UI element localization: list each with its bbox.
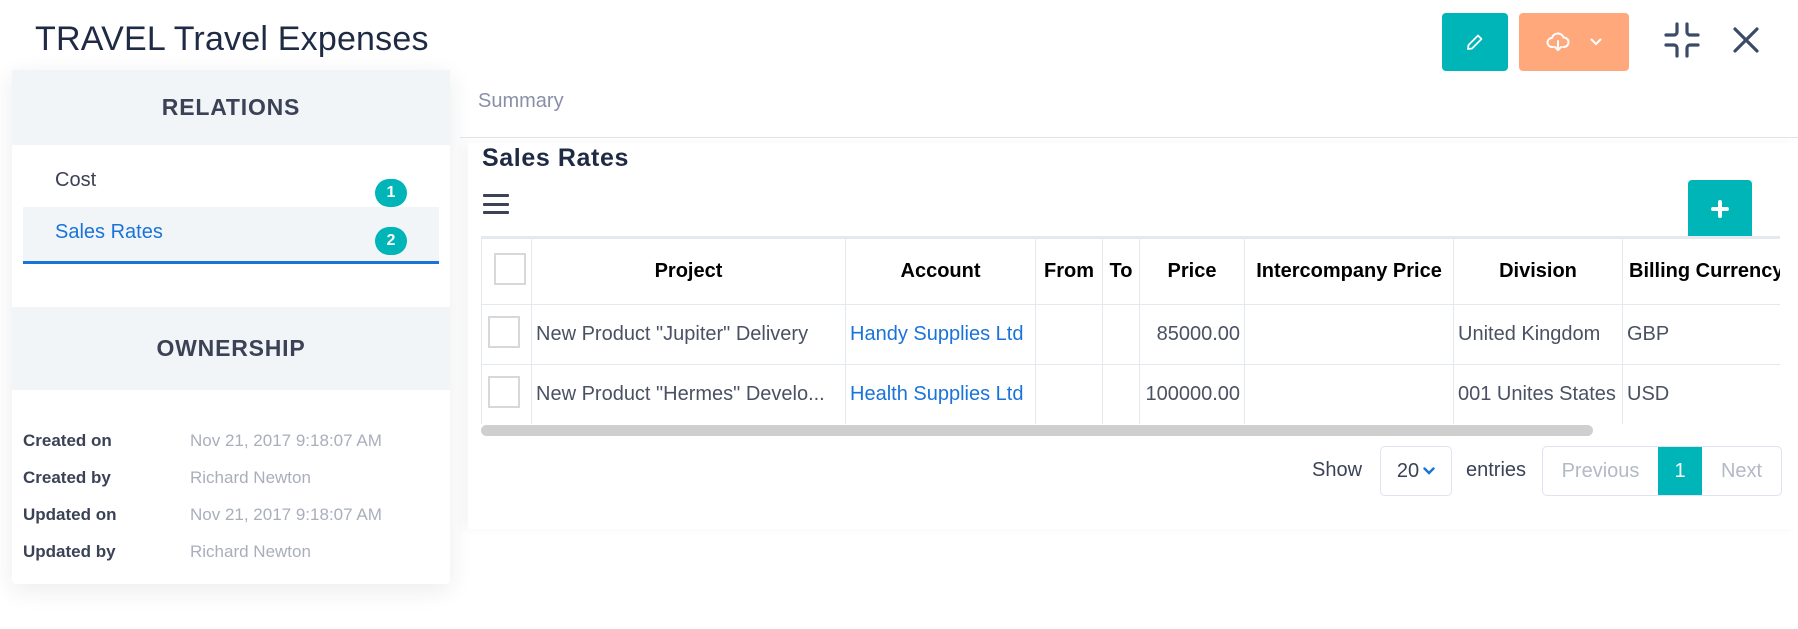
cell-price: 85000.00 — [1139, 304, 1245, 365]
add-button[interactable] — [1688, 180, 1752, 237]
cell-intercompany-price — [1244, 304, 1454, 365]
count-badge: 1 — [375, 179, 407, 207]
compress-icon — [1664, 22, 1700, 58]
relation-item-sales-rates[interactable]: Sales Rates 2 — [23, 207, 439, 264]
ownership-value: Richard Newton — [190, 541, 311, 561]
cell-account-link[interactable]: Health Supplies Ltd — [845, 364, 1036, 424]
relations-list: Cost 1 Sales Rates 2 — [12, 145, 450, 307]
cell-from — [1035, 364, 1103, 424]
ownership-label: Created by — [23, 467, 111, 487]
row-checkbox[interactable] — [488, 375, 520, 408]
ownership-label: Updated by — [23, 541, 116, 561]
cell-division: United Kingdom — [1453, 304, 1623, 365]
sales-rates-table: Project Account From To Price Intercompa… — [481, 236, 1780, 424]
sidebar-panel: RELATIONS Cost 1 Sales Rates 2 OWNERSHIP… — [12, 70, 450, 584]
cloud-download-icon — [1546, 32, 1570, 51]
next-page-button[interactable]: Next — [1702, 447, 1781, 495]
chevron-down-icon — [1423, 467, 1435, 475]
previous-page-button[interactable]: Previous — [1543, 447, 1658, 495]
ownership-label: Updated on — [23, 504, 117, 524]
column-header-intercompany-price[interactable]: Intercompany Price — [1244, 238, 1454, 305]
ownership-label: Created on — [23, 430, 112, 450]
hamburger-icon[interactable] — [483, 194, 509, 214]
column-header-account[interactable]: Account — [845, 238, 1036, 305]
tab-summary[interactable]: Summary — [478, 90, 564, 113]
relations-heading: RELATIONS — [12, 70, 450, 145]
count-badge: 2 — [375, 227, 407, 255]
pagination: Previous 1 Next — [1542, 446, 1782, 496]
row-checkbox[interactable] — [488, 315, 520, 348]
relation-label: Sales Rates — [55, 221, 163, 243]
page-title: TRAVEL Travel Expenses — [35, 20, 429, 58]
ownership-row: Updated on Nov 21, 2017 9:18:07 AM — [23, 496, 450, 533]
cell-billing-currency: GBP — [1622, 304, 1780, 365]
pencil-icon — [1467, 34, 1483, 50]
select-all-checkbox[interactable] — [493, 252, 526, 285]
cell-project: New Product "Hermes" Develo... — [531, 364, 846, 424]
page-1-button[interactable]: 1 — [1658, 447, 1702, 495]
edit-button[interactable] — [1442, 13, 1508, 71]
cell-billing-currency: USD — [1622, 364, 1780, 424]
column-header-from[interactable]: From — [1035, 238, 1103, 305]
ownership-row: Updated by Richard Newton — [23, 533, 450, 570]
column-header-price[interactable]: Price — [1139, 238, 1245, 305]
ownership-value: Nov 21, 2017 9:18:07 AM — [190, 430, 382, 450]
cell-to — [1102, 364, 1140, 424]
compress-button[interactable] — [1662, 18, 1702, 62]
ownership-heading: OWNERSHIP — [12, 307, 450, 390]
select-all-cell — [481, 238, 532, 305]
relation-label: Cost — [55, 169, 97, 191]
close-button[interactable] — [1726, 18, 1766, 62]
close-icon — [1733, 27, 1759, 53]
ownership-list: Created on Nov 21, 2017 9:18:07 AM Creat… — [12, 390, 450, 570]
download-button[interactable] — [1519, 13, 1629, 71]
cell-from — [1035, 304, 1103, 365]
ownership-value: Richard Newton — [190, 467, 311, 487]
column-header-billing-currency[interactable]: Billing Currency — [1622, 238, 1780, 305]
cell-price: 100000.00 — [1139, 364, 1245, 424]
cell-division: 001 Unites States — [1453, 364, 1623, 424]
column-header-project[interactable]: Project — [531, 238, 846, 305]
column-header-division[interactable]: Division — [1453, 238, 1623, 305]
cell-to — [1102, 304, 1140, 365]
entries-label: entries — [1466, 459, 1527, 481]
table-row[interactable]: New Product "Jupiter" Delivery Handy Sup… — [481, 304, 1780, 365]
chevron-down-icon — [1590, 38, 1602, 46]
table-row[interactable]: New Product "Hermes" Develo... Health Su… — [481, 364, 1780, 424]
relation-item-cost[interactable]: Cost 1 — [23, 155, 439, 207]
ownership-row: Created on Nov 21, 2017 9:18:07 AM — [23, 422, 450, 459]
ownership-row: Created by Richard Newton — [23, 459, 450, 496]
cell-account-link[interactable]: Handy Supplies Ltd — [845, 304, 1036, 365]
cell-project: New Product "Jupiter" Delivery — [531, 304, 846, 365]
table-header-row: Project Account From To Price Intercompa… — [481, 238, 1780, 305]
tab-divider — [460, 137, 1798, 138]
cell-intercompany-price — [1244, 364, 1454, 424]
column-header-to[interactable]: To — [1102, 238, 1140, 305]
show-label: Show — [1312, 459, 1363, 481]
section-title: Sales Rates — [482, 144, 629, 172]
page-size-value: 20 — [1396, 459, 1420, 482]
horizontal-scrollbar[interactable] — [481, 425, 1593, 436]
ownership-value: Nov 21, 2017 9:18:07 AM — [190, 504, 382, 524]
page-size-select[interactable]: 20 — [1380, 446, 1452, 496]
plus-icon — [1711, 199, 1729, 218]
